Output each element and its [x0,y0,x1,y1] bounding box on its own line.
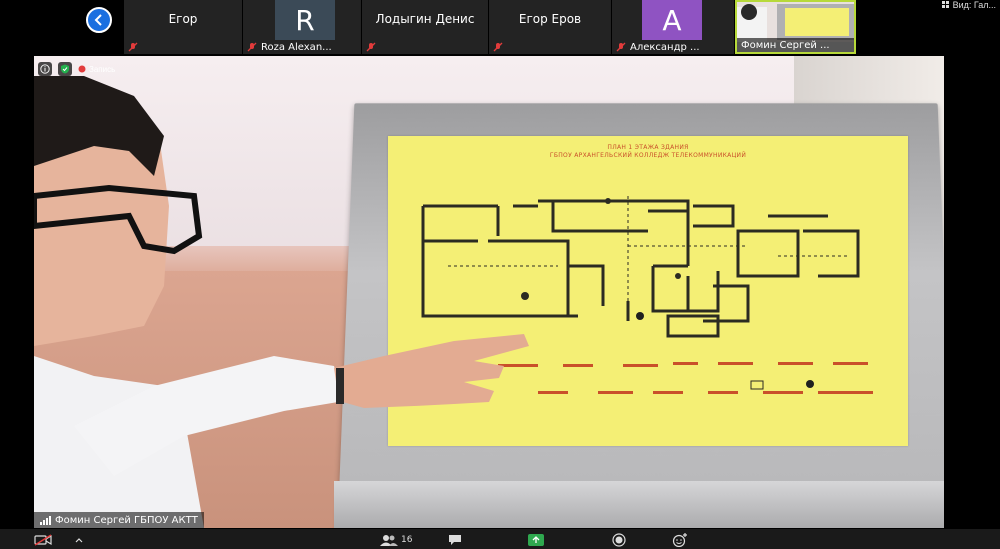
participant-tile[interactable]: A Александр ... [612,0,734,54]
participant-name: Фомин Сергей ... [741,39,830,51]
speaker-name: Фомин Сергей ГБПОУ АКТТ [55,514,198,526]
meeting-toolbar: 16 [0,529,1000,549]
mic-muted-icon [616,42,626,52]
participant-name: Roza Alexan... [261,41,332,53]
participant-name: Александр ... [630,41,700,53]
avatar: R [275,0,335,40]
share-screen-icon [528,534,544,546]
mic-muted-icon [366,42,376,52]
participant-name: Егор [168,12,198,26]
chevron-up-icon [75,538,83,543]
participant-footer: Roza Alexan... [243,40,361,54]
avatar: A [642,0,702,40]
record-icon [612,533,626,547]
participants-strip: Егор R Roza Alexan... Лодыгин Денис Егор… [0,0,1000,56]
participant-footer [362,40,488,54]
video-off-button[interactable] [34,532,52,548]
meeting-status-indicators: Запись [38,62,115,76]
participant-footer [124,40,242,54]
participants-button[interactable]: 16 [380,532,412,548]
speaker-name-label: Фомин Сергей ГБПОУ АКТТ [34,512,204,528]
mic-muted-icon [247,42,257,52]
video-options-button[interactable] [75,532,83,548]
mic-muted-icon [128,42,138,52]
recording-indicator: Запись [78,65,115,74]
chat-button[interactable] [448,532,462,548]
participant-tile[interactable]: R Roza Alexan... [243,0,361,54]
participant-tile[interactable]: Егор Еров [489,0,611,54]
participants-icon [380,535,398,546]
emoji-add-icon [672,533,687,547]
chat-icon [449,535,461,545]
mic-muted-icon [493,42,503,52]
record-icon [78,65,86,73]
record-button[interactable] [612,532,626,548]
main-video: ПЛАН 1 ЭТАЖА ЗДАНИЯ ГБПОУ АРХАНГЕЛЬСКИЙ … [34,56,944,528]
participant-footer: Фомин Сергей ... [737,38,854,52]
security-shield-icon[interactable] [58,62,72,76]
participant-footer: Александр ... [612,40,734,54]
participant-tile[interactable]: Егор [124,0,242,54]
participant-name: Егор Еров [518,12,582,26]
presenter [34,76,529,528]
participant-tile[interactable]: Лодыгин Денис [362,0,488,54]
participant-footer [489,40,611,54]
share-screen-button[interactable] [528,532,544,548]
previous-page-button[interactable] [86,7,112,33]
view-switch-button[interactable]: Вид: Гал... [941,0,996,10]
participant-name: Лодыгин Денис [375,12,475,26]
active-speaker-tile[interactable]: Фомин Сергей ... [735,0,856,54]
participants-count: 16 [401,535,413,545]
reactions-button[interactable] [672,532,688,548]
signal-bars-icon [40,515,51,525]
info-icon[interactable] [38,62,52,76]
chevron-left-icon [94,14,102,26]
speaker-thumbnail [737,2,854,42]
camera-off-icon [34,534,52,546]
recording-label: Запись [89,64,116,74]
grid-icon [941,1,949,8]
view-switch-label: Вид: Гал... [952,0,996,10]
